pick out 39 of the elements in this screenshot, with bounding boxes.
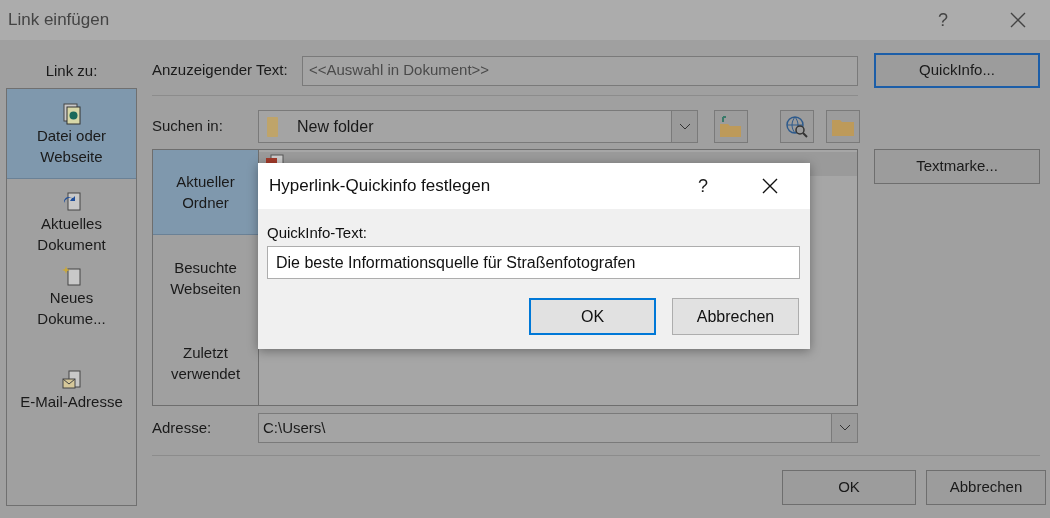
address-label: Adresse: — [152, 417, 213, 438]
ok-button[interactable]: OK — [782, 470, 916, 505]
quickinfo-field[interactable]: Die beste Informationsquelle für Straßenfotografen — [267, 246, 800, 279]
close-button[interactable] — [760, 176, 780, 196]
email-document-icon — [61, 369, 82, 391]
link-type-item[interactable]: Datei oder Webseite — [7, 89, 136, 179]
folder-icon — [267, 115, 279, 138]
up-folder-button[interactable] — [714, 110, 748, 143]
link-to-label: Link zu: — [45, 61, 98, 81]
look-in-dropdown[interactable]: New folder — [258, 110, 698, 143]
window-title: Link einfügen — [8, 9, 110, 32]
help-button[interactable]: ? — [698, 172, 708, 200]
address-value: C:\Users\ — [262, 417, 327, 438]
nav-item[interactable]: Aktueller Ordner — [153, 150, 258, 235]
dialog-title: Hyperlink-Quickinfo festlegen — [269, 175, 491, 198]
address-dropdown[interactable]: C:\Users\ — [258, 413, 858, 443]
link-type-item[interactable]: Aktuelles Dokument — [7, 179, 136, 259]
display-text-field[interactable]: <<Auswahl in Dokument>> — [302, 55, 858, 86]
nav-item[interactable]: Zuletzt verwendet — [153, 320, 258, 405]
help-button[interactable]: ? — [938, 6, 948, 34]
nav-item[interactable]: Besuchte Webseiten — [153, 235, 258, 320]
quickinfo-label: QuickInfo-Text: — [267, 223, 369, 243]
link-type-item[interactable]: Neues Dokume... — [7, 259, 136, 345]
look-in-label: Suchen in: — [152, 116, 224, 137]
bookmark-button[interactable]: Textmarke... — [874, 149, 1040, 184]
cancel-button[interactable]: Abbrechen — [926, 470, 1046, 505]
display-text-label: Anzuzeigender Text: — [152, 60, 289, 81]
file-icon — [61, 103, 82, 125]
browse-file-button[interactable] — [826, 110, 860, 143]
folder-up-icon — [719, 115, 743, 138]
document-icon — [61, 191, 82, 213]
new-document-icon — [61, 265, 82, 287]
look-in-value: New folder — [297, 116, 375, 137]
quickinfo-button[interactable]: QuickInfo... — [874, 53, 1040, 88]
ok-button[interactable]: OK — [529, 298, 656, 335]
cancel-button[interactable]: Abbrechen — [672, 298, 799, 335]
browse-web-button[interactable] — [780, 110, 814, 143]
globe-search-icon — [785, 114, 809, 139]
link-type-item[interactable]: E-Mail-Adresse — [7, 345, 136, 435]
